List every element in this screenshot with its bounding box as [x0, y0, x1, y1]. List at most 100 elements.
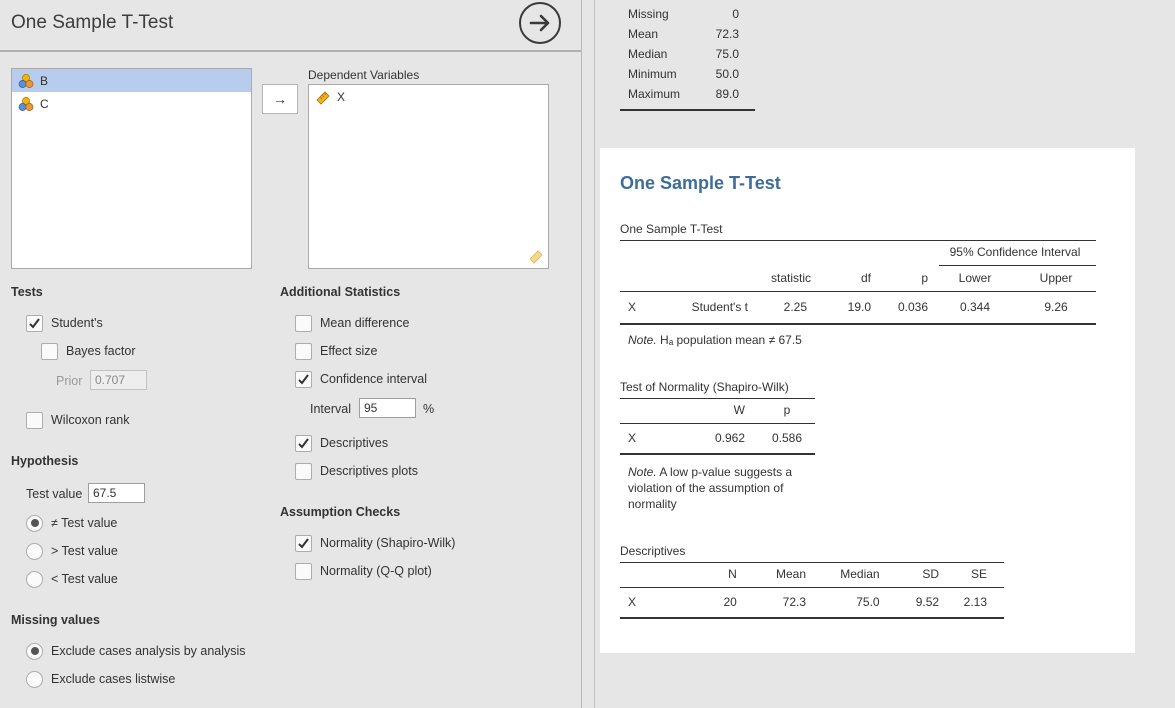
table-header-row: N Mean Median SD SE: [620, 562, 1004, 587]
table-row: X 20 72.3 75.0 9.52 2.13: [620, 587, 1004, 618]
descriptives-caption[interactable]: Descriptives: [620, 544, 685, 558]
bayes-factor-label: Bayes factor: [66, 344, 136, 358]
radio-circle[interactable]: [26, 570, 43, 588]
hypothesis-greater-radio[interactable]: > Test value: [26, 541, 118, 561]
column-header: Upper: [1039, 271, 1073, 286]
results-card: One Sample T-Test One Sample T-Test 95% …: [600, 148, 1135, 653]
options-title: One Sample T-Test: [11, 12, 174, 33]
run-analysis-button[interactable]: [519, 2, 561, 44]
table-row: X Student's t 2.25 19.0 0.036 0.344 9.26: [620, 291, 1096, 324]
additional-statistics-heading: Additional Statistics: [280, 285, 401, 299]
checkbox-box[interactable]: [295, 434, 312, 452]
dependent-item-x[interactable]: X: [309, 85, 548, 108]
column-header: p: [783, 403, 791, 418]
prior-label: Prior: [56, 374, 83, 388]
table-cell: 75.0: [856, 595, 880, 610]
checkmark-icon: [298, 537, 309, 549]
column-header: [620, 562, 698, 587]
variable-item-b[interactable]: B: [12, 69, 251, 92]
table-row: Mean 72.3: [620, 24, 755, 44]
row-label: Median: [628, 47, 668, 61]
assign-variable-button[interactable]: →: [262, 84, 298, 114]
hypothesis-less-radio[interactable]: < Test value: [26, 569, 118, 589]
row-value: 50.0: [715, 67, 739, 81]
students-checkbox[interactable]: Student's: [26, 313, 103, 333]
checkbox-box[interactable]: [295, 534, 312, 552]
normality-caption[interactable]: Test of Normality (Shapiro-Wilk): [620, 380, 789, 394]
column-header: [620, 398, 690, 423]
table-row: Missing 0: [620, 4, 755, 24]
checkbox-box[interactable]: [295, 314, 312, 332]
scale-variable-icon: [316, 90, 330, 105]
hypothesis-option-label: > Test value: [51, 544, 118, 558]
effect-size-checkbox[interactable]: Effect size: [295, 341, 377, 361]
table-cell: 20: [723, 595, 737, 610]
normality-table: W p X 0.962 0.586: [620, 398, 815, 455]
missing-option-label: Exclude cases listwise: [51, 672, 176, 686]
column-header: p: [921, 271, 928, 286]
hypothesis-not-equal-radio[interactable]: ≠ Test value: [26, 513, 117, 533]
table-row: Maximum 89.0: [620, 84, 755, 104]
column-header: [678, 266, 748, 291]
hypothesis-option-label: ≠ Test value: [51, 516, 118, 530]
checkbox-box[interactable]: [295, 562, 312, 580]
ttest-table: statistic df p Lower Upper X Student's t…: [620, 266, 1096, 325]
note-prefix: Note.: [628, 333, 657, 347]
table-bottom-rule: [620, 109, 755, 111]
row-value: 89.0: [715, 87, 739, 101]
exclude-analysis-radio[interactable]: Exclude cases analysis by analysis: [26, 641, 246, 661]
ttest-caption[interactable]: One Sample T-Test: [620, 222, 723, 236]
checkbox-box[interactable]: [295, 370, 312, 388]
prior-input[interactable]: [90, 370, 147, 390]
arrow-right-circle-icon: [529, 14, 550, 32]
interval-input[interactable]: [359, 398, 416, 418]
checkbox-box[interactable]: [26, 314, 43, 332]
radio-circle[interactable]: [26, 642, 43, 660]
pane-splitter[interactable]: [594, 0, 595, 708]
descriptives-plots-checkbox[interactable]: Descriptives plots: [295, 461, 418, 481]
variable-item-c[interactable]: C: [12, 92, 251, 115]
descriptives-plots-label: Descriptives plots: [320, 464, 418, 478]
dependent-variables-list[interactable]: X: [308, 84, 549, 269]
radio-circle[interactable]: [26, 514, 43, 532]
wilcoxon-checkbox[interactable]: Wilcoxon rank: [26, 410, 130, 430]
row-label: Maximum: [628, 87, 681, 101]
table-cell: 0.586: [771, 431, 803, 446]
confidence-interval-label: Confidence interval: [320, 372, 428, 386]
row-value: 72.3: [715, 27, 739, 41]
column-header: statistic: [770, 271, 811, 286]
normality-qq-checkbox[interactable]: Normality (Q-Q plot): [295, 561, 432, 581]
column-header: W: [733, 403, 745, 418]
table-cell: 72.3: [782, 595, 807, 610]
scale-type-hint-icon: [529, 250, 543, 264]
ttest-note: Note. Hₐ population mean ≠ 67.5: [628, 332, 802, 348]
checkbox-box[interactable]: [295, 342, 312, 360]
descriptives-table: N Mean Median SD SE X 20 72.3 75.0 9.52 …: [620, 562, 1004, 619]
variable-name: C: [40, 96, 49, 111]
confidence-interval-checkbox[interactable]: Confidence interval: [295, 369, 427, 389]
mean-difference-checkbox[interactable]: Mean difference: [295, 313, 409, 333]
checkbox-box[interactable]: [41, 342, 58, 360]
bayes-factor-checkbox[interactable]: Bayes factor: [41, 341, 135, 361]
available-variables-list[interactable]: B C: [11, 68, 252, 269]
previous-descriptives-table: Missing 0 Mean 72.3 Median 75.0 Minimum …: [620, 4, 755, 111]
table-cell: X: [628, 300, 637, 315]
checkbox-box[interactable]: [295, 462, 312, 480]
checkmark-icon: [29, 317, 40, 329]
checkbox-box[interactable]: [26, 411, 43, 429]
radio-circle[interactable]: [26, 542, 43, 560]
table-cell: 2.25: [783, 300, 807, 315]
table-cell: 2.13: [963, 595, 987, 610]
variable-name: B: [40, 73, 49, 88]
normality-shapiro-checkbox[interactable]: Normality (Shapiro-Wilk): [295, 533, 455, 553]
descriptives-checkbox[interactable]: Descriptives: [295, 433, 388, 453]
options-panel: One Sample T-Test B C → Dependent Variab…: [0, 0, 582, 708]
wilcoxon-label: Wilcoxon rank: [51, 413, 130, 427]
normality-qq-label: Normality (Q-Q plot): [320, 564, 432, 578]
exclude-listwise-radio[interactable]: Exclude cases listwise: [26, 669, 175, 689]
results-title[interactable]: One Sample T-Test: [620, 173, 781, 194]
test-value-input[interactable]: [88, 483, 145, 503]
table-row: Median 75.0: [620, 44, 755, 64]
radio-circle[interactable]: [26, 670, 43, 688]
effect-size-label: Effect size: [320, 344, 378, 358]
